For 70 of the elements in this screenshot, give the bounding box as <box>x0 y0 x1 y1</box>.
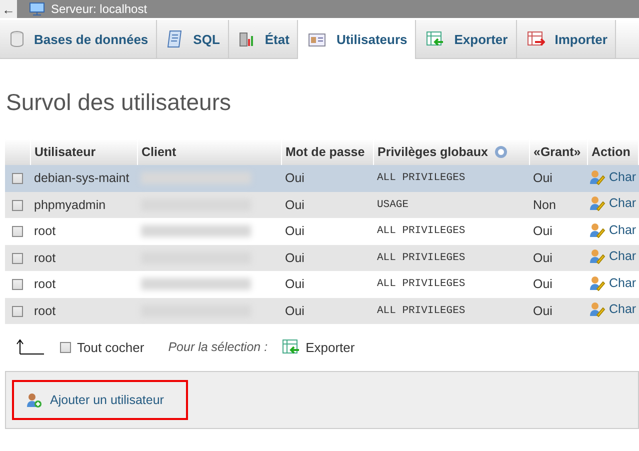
grant-text: Oui <box>533 171 552 186</box>
table-import-icon <box>526 31 545 47</box>
check-all-label[interactable]: Tout cocher <box>77 340 144 354</box>
user-edit-icon <box>589 222 605 238</box>
password-text: Oui <box>285 277 304 292</box>
username: root <box>34 277 56 292</box>
add-user-icon <box>26 392 42 408</box>
user-edit-icon <box>589 274 605 291</box>
grant-text: Oui <box>533 250 552 265</box>
check-all-checkbox[interactable] <box>60 342 71 352</box>
user-row[interactable]: root Oui ALL PRIVILEGES Oui Char <box>5 271 638 298</box>
nav-tab[interactable]: Bases de données <box>0 20 158 58</box>
privileges: ALL PRIVILEGES <box>377 304 466 317</box>
help-icon <box>494 145 508 160</box>
privileges: ALL PRIVILEGES <box>377 278 466 290</box>
privileges: ALL PRIVILEGES <box>377 252 466 264</box>
table-export-icon <box>426 31 444 47</box>
privileges: ALL PRIVILEGES <box>377 172 466 184</box>
nav-tab[interactable]: SQL <box>157 20 229 58</box>
password-text: Oui <box>285 224 304 238</box>
username: root <box>34 250 56 265</box>
privileges: USAGE <box>377 198 409 211</box>
window-title: Serveur: localhost <box>51 2 148 16</box>
user-row[interactable]: phpmyadmin Oui USAGE Non Char <box>5 192 638 218</box>
user-row[interactable]: root Oui ALL PRIVILEGES Oui Char <box>5 218 638 244</box>
password-text: Oui <box>285 171 304 186</box>
row-checkbox[interactable] <box>12 279 23 290</box>
database-icon <box>10 31 24 47</box>
nav-tab[interactable]: État <box>228 20 298 58</box>
password-text: Oui <box>285 198 304 212</box>
privileges: ALL PRIVILEGES <box>377 225 466 238</box>
user-edit-icon <box>589 195 605 212</box>
row-checkbox[interactable] <box>12 252 23 264</box>
table-export-icon <box>282 339 300 355</box>
arrow-up-icon <box>16 339 44 355</box>
grant-text: Oui <box>533 224 552 238</box>
server-icon <box>29 2 45 16</box>
grant-text: Oui <box>533 277 552 292</box>
row-checkbox[interactable] <box>12 306 23 317</box>
user-row[interactable]: debian-sys-maint Oui ALL PRIVILEGES Oui Char <box>5 165 638 192</box>
password-text: Oui <box>285 250 304 265</box>
username: root <box>34 304 56 318</box>
username: debian-sys-maint <box>34 171 130 186</box>
user-row[interactable]: root Oui ALL PRIVILEGES Oui Char <box>5 298 638 324</box>
user-row[interactable]: root Oui ALL PRIVILEGES Oui Char <box>5 244 638 271</box>
bar-chart-icon <box>238 31 255 47</box>
user-edit-icon <box>589 301 605 318</box>
grant-text: Oui <box>533 304 552 318</box>
password-text: Oui <box>285 304 304 318</box>
row-checkbox[interactable] <box>12 226 23 238</box>
row-checkbox[interactable] <box>12 173 23 184</box>
page-heading: Survol des utilisateurs <box>6 89 232 117</box>
username: root <box>34 224 56 238</box>
edit-privileges-link[interactable]: Char <box>589 222 636 238</box>
nav-tab[interactable]: Exporter <box>416 20 517 58</box>
username: phpmyadmin <box>34 198 106 212</box>
user-edit-icon <box>589 248 605 264</box>
nav-tab[interactable]: Utilisateurs <box>298 20 416 59</box>
user-edit-icon <box>589 168 605 185</box>
row-checkbox[interactable] <box>12 200 23 211</box>
add-user-link[interactable]: Ajouter un utilisateur <box>12 380 188 420</box>
grant-text: Non <box>533 198 556 212</box>
nav-tab[interactable]: Importer <box>516 20 616 58</box>
edit-privileges-link[interactable]: Char <box>589 274 636 291</box>
id-card-icon <box>308 32 326 46</box>
scroll-icon <box>167 30 184 48</box>
export-button[interactable]: Exporter <box>282 339 355 355</box>
column-header[interactable]: Client <box>142 145 176 159</box>
selection-label: Pour la sélection : <box>168 340 268 354</box>
back-button[interactable]: ← <box>0 0 17 18</box>
